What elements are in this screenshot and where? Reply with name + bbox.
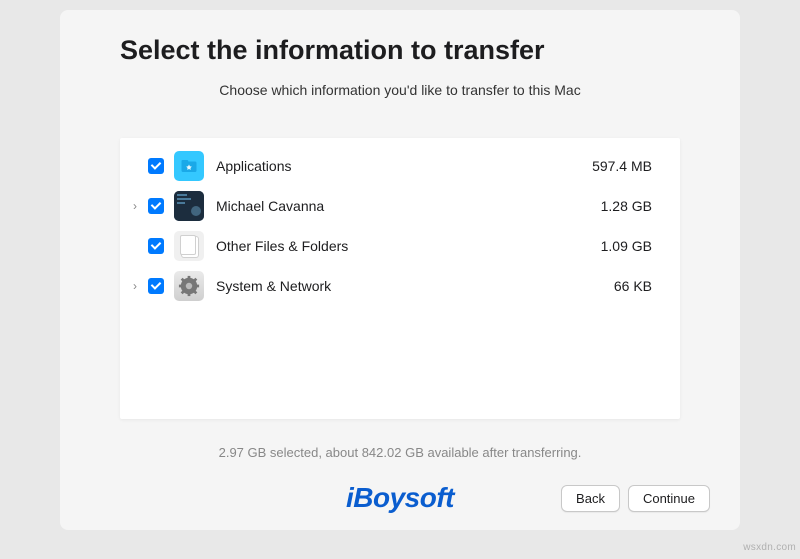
- chevron-right-icon[interactable]: ›: [128, 199, 142, 213]
- applications-folder-icon: [174, 151, 204, 181]
- item-label: System & Network: [216, 278, 562, 294]
- item-size: 66 KB: [562, 278, 652, 294]
- user-account-icon: [174, 191, 204, 221]
- list-item[interactable]: › Michael Cavanna 1.28 GB: [120, 186, 680, 226]
- item-size: 597.4 MB: [562, 158, 652, 174]
- item-label: Applications: [216, 158, 562, 174]
- checkbox[interactable]: [148, 278, 164, 294]
- system-preferences-icon: [174, 271, 204, 301]
- item-label: Other Files & Folders: [216, 238, 562, 254]
- page-subtitle: Choose which information you'd like to t…: [90, 82, 710, 98]
- migration-assistant-window: Select the information to transfer Choos…: [60, 10, 740, 530]
- item-label: Michael Cavanna: [216, 198, 562, 214]
- footer: iBoysoft Back Continue: [90, 468, 710, 512]
- checkbox[interactable]: [148, 158, 164, 174]
- checkbox[interactable]: [148, 198, 164, 214]
- list-item[interactable]: › System & Network 66 KB: [120, 266, 680, 306]
- item-size: 1.09 GB: [562, 238, 652, 254]
- checkbox[interactable]: [148, 238, 164, 254]
- page-title: Select the information to transfer: [120, 35, 710, 66]
- documents-icon: [174, 231, 204, 261]
- list-item[interactable]: Applications 597.4 MB: [120, 146, 680, 186]
- transfer-items-list: Applications 597.4 MB › Michael Cavanna …: [120, 138, 680, 419]
- iboysoft-logo: iBoysoft: [346, 482, 454, 514]
- item-size: 1.28 GB: [562, 198, 652, 214]
- chevron-right-icon[interactable]: ›: [128, 279, 142, 293]
- status-text: 2.97 GB selected, about 842.02 GB availa…: [90, 445, 710, 460]
- back-button[interactable]: Back: [561, 485, 620, 512]
- continue-button[interactable]: Continue: [628, 485, 710, 512]
- watermark: wsxdn.com: [743, 542, 796, 553]
- list-item[interactable]: Other Files & Folders 1.09 GB: [120, 226, 680, 266]
